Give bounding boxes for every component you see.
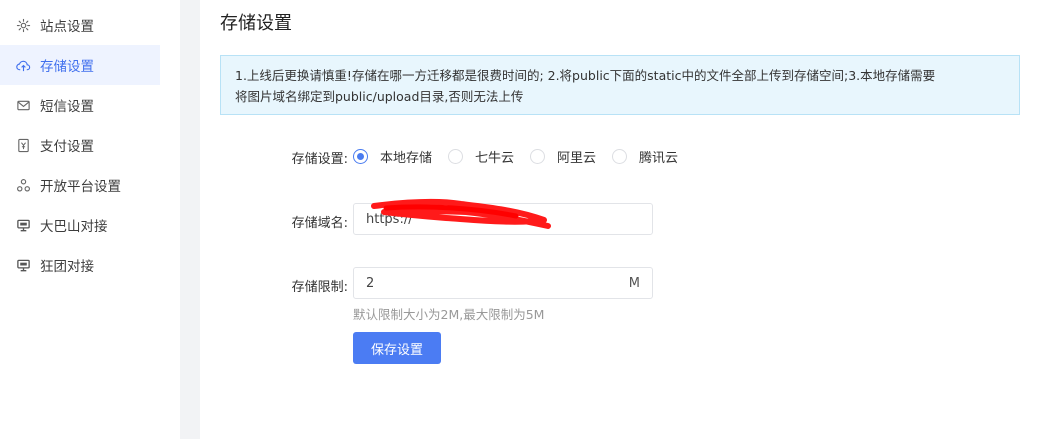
radio-qiniu[interactable]: 七牛云 [448, 147, 514, 166]
radio-tencent[interactable]: 腾讯云 [612, 147, 678, 166]
nodes-icon [14, 176, 32, 194]
sidebar-item-label: 站点设置 [40, 19, 94, 35]
sidebar-item-label: 开放平台设置 [40, 179, 121, 195]
radio-label: 阿里云 [557, 150, 597, 166]
storage-type-label: 存储设置: [291, 152, 348, 167]
cloud-upload-icon [14, 56, 32, 74]
sidebar-item-payment-settings[interactable]: 支付设置 [0, 125, 160, 165]
sidebar-item-label: 短信设置 [40, 99, 94, 115]
sidebar-item-label: 存储设置 [40, 59, 94, 75]
yen-wallet-icon [14, 136, 32, 154]
mail-icon [14, 96, 32, 114]
storage-limit-unit: M [628, 275, 640, 291]
gear-icon [14, 16, 32, 34]
notice-line-2: 将图片域名绑定到public/upload目录,否则无法上传 [235, 89, 524, 104]
redaction-scribble [371, 198, 551, 229]
radio-local-storage[interactable]: 本地存储 [353, 147, 432, 166]
sidebar-item-kuangtuan[interactable]: 狂团对接 [0, 245, 160, 285]
notice-alert: 1.上线后更换请慎重!存储在哪一方迁移都是很费时间的; 2.将public下面的… [220, 55, 1020, 115]
sidebar-item-site-settings[interactable]: 站点设置 [0, 5, 160, 45]
notice-line-1: 1.上线后更换请慎重!存储在哪一方迁移都是很费时间的; 2.将public下面的… [235, 68, 936, 83]
divider [180, 0, 200, 439]
sidebar-item-label: 支付设置 [40, 139, 94, 155]
sidebar-item-label: 狂团对接 [40, 259, 94, 275]
monitor-icon [14, 256, 32, 274]
sidebar-item-sms-settings[interactable]: 短信设置 [0, 85, 160, 125]
sidebar-item-dabashan[interactable]: 大巴山对接 [0, 205, 160, 245]
storage-domain-label: 存储域名: [291, 216, 348, 231]
radio-dot[interactable] [353, 148, 368, 164]
storage-limit-label: 存储限制: [291, 280, 348, 295]
radio-label: 七牛云 [475, 150, 515, 166]
sidebar-item-open-platform[interactable]: 开放平台设置 [0, 165, 160, 205]
monitor-icon [14, 216, 32, 234]
app-window: 站点设置 存储设置 短信设置 支付设置 开放平台设置 大巴山对接 狂团对接 存储… [0, 0, 1056, 439]
storage-domain-input[interactable]: https:// [353, 198, 653, 235]
radio-label: 腾讯云 [639, 150, 679, 166]
storage-limit-value: 2 [366, 275, 375, 291]
storage-limit-input[interactable]: 2 M [353, 267, 653, 299]
radio-label: 本地存储 [380, 150, 433, 166]
radio-dot[interactable] [448, 148, 464, 164]
radio-dot[interactable] [530, 148, 546, 164]
save-settings-button[interactable]: 保存设置 [353, 332, 441, 364]
sidebar-item-label: 大巴山对接 [40, 219, 108, 235]
radio-dot[interactable] [612, 148, 628, 164]
radio-aliyun[interactable]: 阿里云 [530, 147, 596, 166]
storage-limit-hint: 默认限制大小为2M,最大限制为5M [353, 307, 545, 322]
storage-type-radio-group: 本地存储 七牛云 阿里云 腾讯云 [353, 146, 694, 166]
sidebar-item-storage-settings[interactable]: 存储设置 [0, 45, 160, 85]
sidebar: 站点设置 存储设置 短信设置 支付设置 开放平台设置 大巴山对接 狂团对接 [0, 0, 180, 439]
page-title: 存储设置 [220, 13, 292, 34]
main-content: 存储设置 1.上线后更换请慎重!存储在哪一方迁移都是很费时间的; 2.将publ… [200, 0, 1056, 439]
